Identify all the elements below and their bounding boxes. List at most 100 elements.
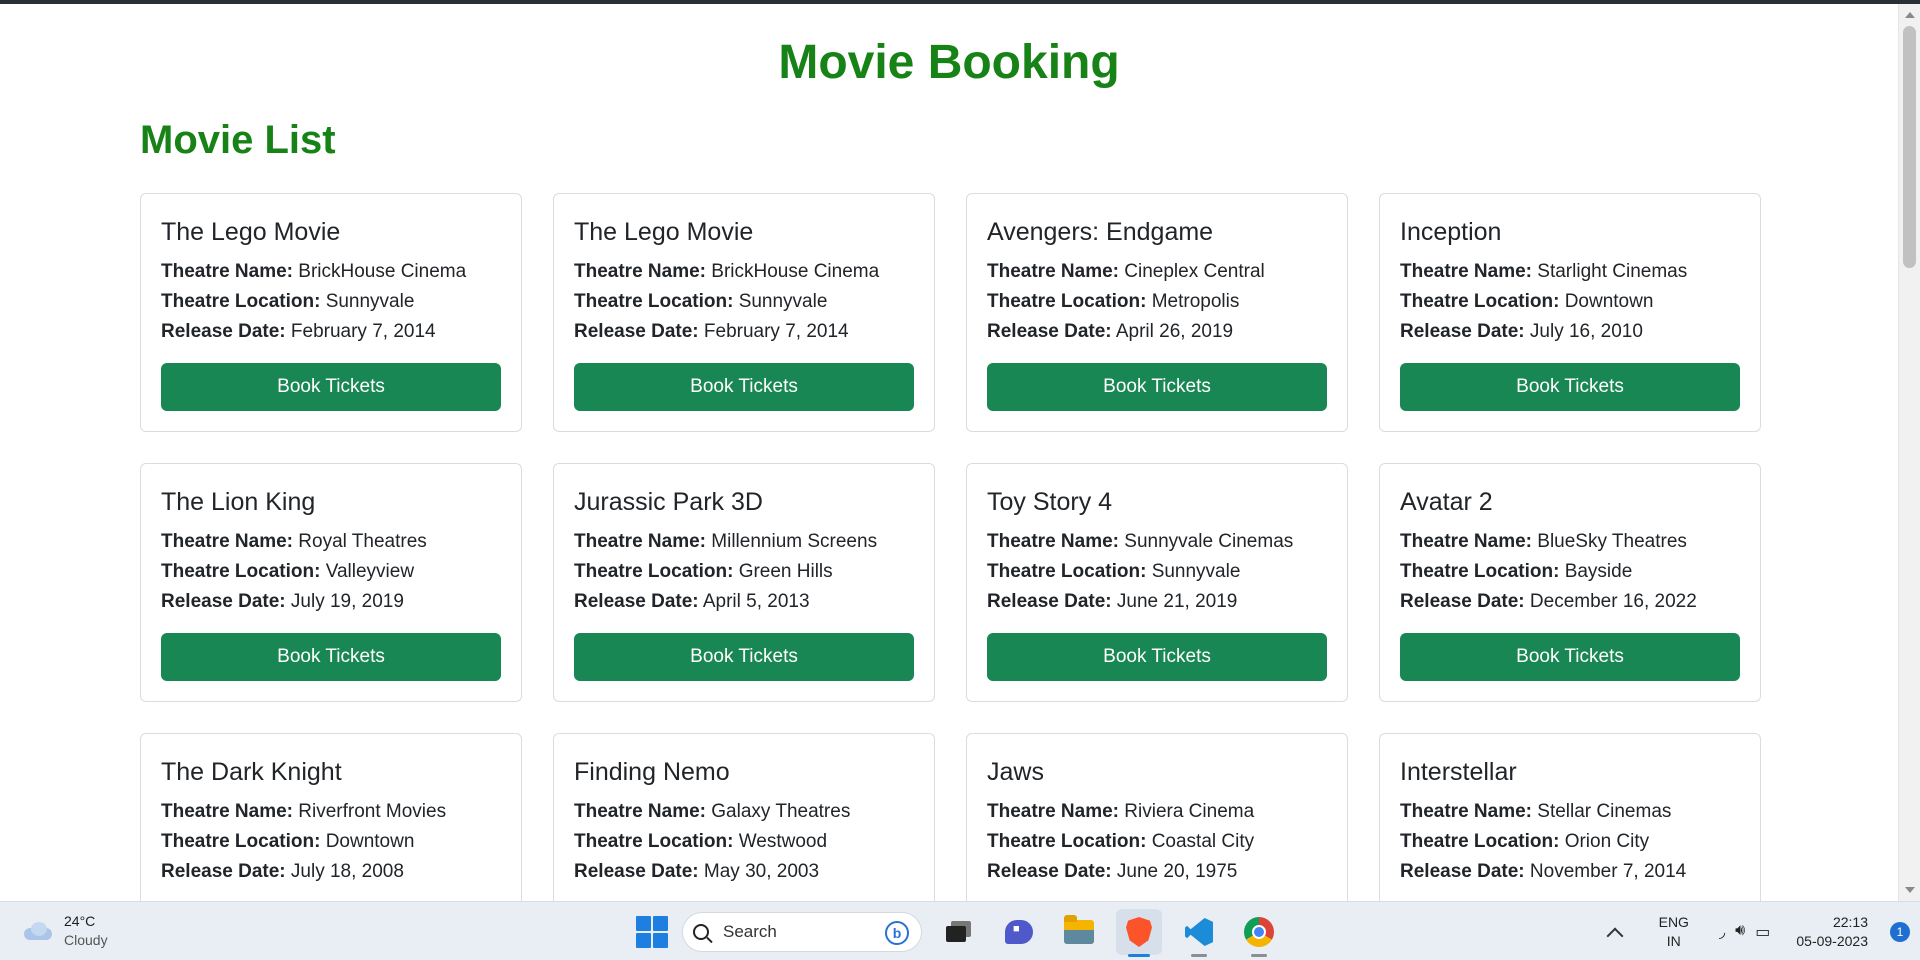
theatre-name-value: Sunnyvale Cinemas: [1124, 531, 1294, 552]
movie-title: Toy Story 4: [987, 488, 1113, 516]
page-viewport: Movie Booking Movie List The Lego Movie T…: [0, 4, 1898, 901]
notification-badge[interactable]: 1: [1890, 921, 1910, 942]
movie-title: Avatar 2: [1400, 488, 1493, 516]
theatre-name-line: Theatre Name: Galaxy Theatres: [574, 797, 914, 827]
release-date-line: Release Date: June 21, 2019: [987, 587, 1327, 617]
theatre-location-value: Sunnyvale: [325, 291, 415, 312]
clock[interactable]: 22:13 05-09-2023: [1796, 913, 1868, 951]
weather-condition: Cloudy: [64, 932, 108, 948]
chrome-button[interactable]: [1236, 909, 1282, 957]
theatre-location-value: Green Hills: [738, 561, 833, 582]
theatre-name-line: Theatre Name: Millennium Screens: [574, 527, 914, 557]
release-date-value: May 30, 2003: [703, 861, 820, 882]
theatre-name-line: Theatre Name: BrickHouse Cinema: [574, 257, 914, 287]
theatre-name-line: Theatre Name: Royal Theatres: [161, 527, 501, 557]
release-date-label: Release Date:: [574, 321, 699, 342]
scroll-down-icon[interactable]: [1905, 887, 1915, 893]
search-label: Search: [723, 922, 777, 941]
theatre-name-line: Theatre Name: Stellar Cinemas: [1400, 797, 1740, 827]
movie-title: Jurassic Park 3D: [574, 488, 763, 516]
book-tickets-button[interactable]: Book Tickets: [987, 363, 1327, 411]
battery-icon: ▭: [1755, 923, 1771, 941]
release-date-line: Release Date: April 5, 2013: [574, 587, 914, 617]
theatre-name-label: Theatre Name:: [574, 801, 706, 822]
taskbar-apps: Search b: [636, 909, 1282, 957]
movie-title: Interstellar: [1400, 758, 1517, 786]
task-view-button[interactable]: [936, 909, 982, 955]
taskbar-search[interactable]: Search b: [682, 912, 922, 952]
chat-icon: [1005, 920, 1033, 944]
movie-card: Interstellar Theatre Name: Stellar Cinema…: [1379, 733, 1761, 901]
release-date-value: February 7, 2014: [703, 321, 849, 342]
movie-card: The Dark Knight Theatre Name: Riverfront …: [140, 733, 522, 901]
release-date-value: April 5, 2013: [702, 591, 810, 612]
theatre-name-value: BlueSky Theatres: [1537, 531, 1687, 552]
theatre-name-label: Theatre Name:: [161, 261, 293, 282]
scroll-up-icon[interactable]: [1905, 12, 1915, 18]
theatre-location-value: Sunnyvale: [1151, 561, 1241, 582]
release-date-line: Release Date: July 19, 2019: [161, 587, 501, 617]
book-tickets-button[interactable]: Book Tickets: [161, 363, 501, 411]
theatre-location-value: Valleyview: [325, 561, 415, 582]
release-date-line: Release Date: December 16, 2022: [1400, 587, 1740, 617]
movie-card: Jaws Theatre Name: Riviera Cinema Theatre …: [966, 733, 1348, 901]
movie-card: The Lion King Theatre Name: Royal Theatre…: [140, 463, 522, 702]
chevron-up-icon[interactable]: [1606, 927, 1624, 944]
language-indicator[interactable]: ENG IN: [1659, 913, 1689, 951]
theatre-location-line: Theatre Location: Green Hills: [574, 557, 914, 587]
brave-browser-button[interactable]: [1116, 909, 1162, 957]
theatre-location-label: Theatre Location:: [987, 561, 1147, 582]
theatre-name-value: Starlight Cinemas: [1537, 261, 1688, 282]
active-indicator: [1128, 954, 1150, 957]
theatre-location-line: Theatre Location: Sunnyvale: [987, 557, 1327, 587]
release-date-label: Release Date:: [987, 591, 1112, 612]
bing-icon[interactable]: b: [885, 921, 909, 945]
movie-title: Inception: [1400, 218, 1502, 246]
file-explorer-icon: [1064, 915, 1094, 944]
windows-start-icon[interactable]: [636, 916, 668, 948]
release-date-label: Release Date:: [574, 861, 699, 882]
theatre-name-label: Theatre Name:: [1400, 261, 1532, 282]
vscode-button[interactable]: [1176, 909, 1222, 957]
release-date-line: Release Date: June 20, 1975: [987, 857, 1327, 887]
page-title: Movie Booking: [778, 36, 1120, 89]
theatre-location-value: Metropolis: [1151, 291, 1240, 312]
theatre-location-label: Theatre Location:: [161, 291, 321, 312]
release-date-label: Release Date:: [161, 321, 286, 342]
theatre-location-line: Theatre Location: Valleyview: [161, 557, 501, 587]
theatre-name-label: Theatre Name:: [987, 531, 1119, 552]
theatre-location-label: Theatre Location:: [574, 831, 734, 852]
book-tickets-button[interactable]: Book Tickets: [161, 633, 501, 681]
clock-time: 22:13: [1832, 913, 1868, 930]
movie-title: Finding Nemo: [574, 758, 730, 786]
region-code: IN: [1666, 932, 1681, 949]
release-date-line: Release Date: February 7, 2014: [574, 317, 914, 347]
chat-button[interactable]: [996, 909, 1042, 955]
theatre-location-label: Theatre Location:: [1400, 831, 1560, 852]
book-tickets-button[interactable]: Book Tickets: [574, 633, 914, 681]
book-tickets-button[interactable]: Book Tickets: [1400, 363, 1740, 411]
release-date-label: Release Date:: [161, 591, 286, 612]
book-tickets-button[interactable]: Book Tickets: [987, 633, 1327, 681]
release-date-line: Release Date: May 30, 2003: [574, 857, 914, 887]
scroll-thumb[interactable]: [1903, 26, 1916, 268]
release-date-value: June 21, 2019: [1116, 591, 1238, 612]
cloud-icon: [22, 920, 54, 942]
release-date-line: Release Date: April 26, 2019: [987, 317, 1327, 347]
theatre-name-line: Theatre Name: Sunnyvale Cinemas: [987, 527, 1327, 557]
movie-grid: The Lego Movie Theatre Name: BrickHouse C…: [140, 193, 1762, 901]
movie-card: Inception Theatre Name: Starlight Cinemas…: [1379, 193, 1761, 432]
quick-settings[interactable]: ◞ 🔊︎ ▭: [1719, 922, 1770, 942]
book-tickets-button[interactable]: Book Tickets: [1400, 633, 1740, 681]
page-scrollbar[interactable]: [1898, 4, 1920, 901]
theatre-location-value: Westwood: [738, 831, 828, 852]
theatre-location-line: Theatre Location: Metropolis: [987, 287, 1327, 317]
weather-widget[interactable]: 24°C Cloudy: [22, 912, 108, 950]
book-tickets-button[interactable]: Book Tickets: [574, 363, 914, 411]
theatre-name-line: Theatre Name: Riverfront Movies: [161, 797, 501, 827]
file-explorer-button[interactable]: [1056, 909, 1102, 955]
weather-temp: 24°C: [64, 913, 96, 929]
theatre-location-label: Theatre Location:: [987, 291, 1147, 312]
theatre-name-label: Theatre Name:: [574, 531, 706, 552]
theatre-name-label: Theatre Name:: [987, 801, 1119, 822]
